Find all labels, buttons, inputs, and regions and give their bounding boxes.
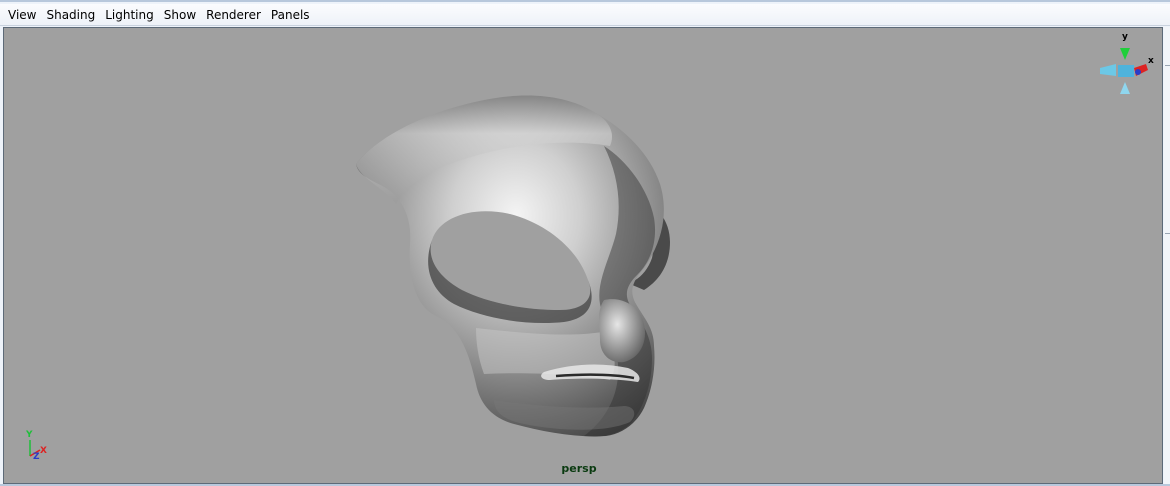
camera-name-label: persp (561, 462, 597, 475)
origin-y-label: Y (25, 430, 33, 440)
viewport-panel-window: View Shading Lighting Show Renderer Pane… (0, 0, 1170, 486)
view-cube-neg-x-cone[interactable] (1100, 64, 1116, 76)
menu-show[interactable]: Show (159, 5, 201, 25)
view-cube-x-label: x (1148, 56, 1154, 66)
menu-view[interactable]: View (3, 5, 41, 25)
panel-menubar: View Shading Lighting Show Renderer Pane… (0, 4, 1170, 26)
menu-shading[interactable]: Shading (41, 5, 100, 25)
menu-renderer[interactable]: Renderer (201, 5, 266, 25)
menu-lighting[interactable]: Lighting (100, 5, 159, 25)
view-cube-gizmo[interactable]: y x (1094, 30, 1160, 104)
view-cube-y-label: y (1122, 32, 1128, 42)
panel-edge-strip (1164, 27, 1170, 486)
mask-model[interactable] (4, 28, 1163, 484)
origin-z-label: Z (33, 452, 40, 462)
menu-panels[interactable]: Panels (266, 5, 315, 25)
view-cube-box[interactable] (1118, 65, 1134, 77)
view-cube-y-cone[interactable] (1120, 48, 1130, 60)
origin-axis-gizmo: Y X Z (25, 430, 47, 462)
view-cube-neg-y-cone[interactable] (1120, 82, 1130, 94)
origin-x-label: X (40, 446, 47, 456)
3d-viewport[interactable]: y x Y X Z persp (3, 27, 1163, 484)
view-cube-z-dot[interactable] (1135, 69, 1141, 75)
